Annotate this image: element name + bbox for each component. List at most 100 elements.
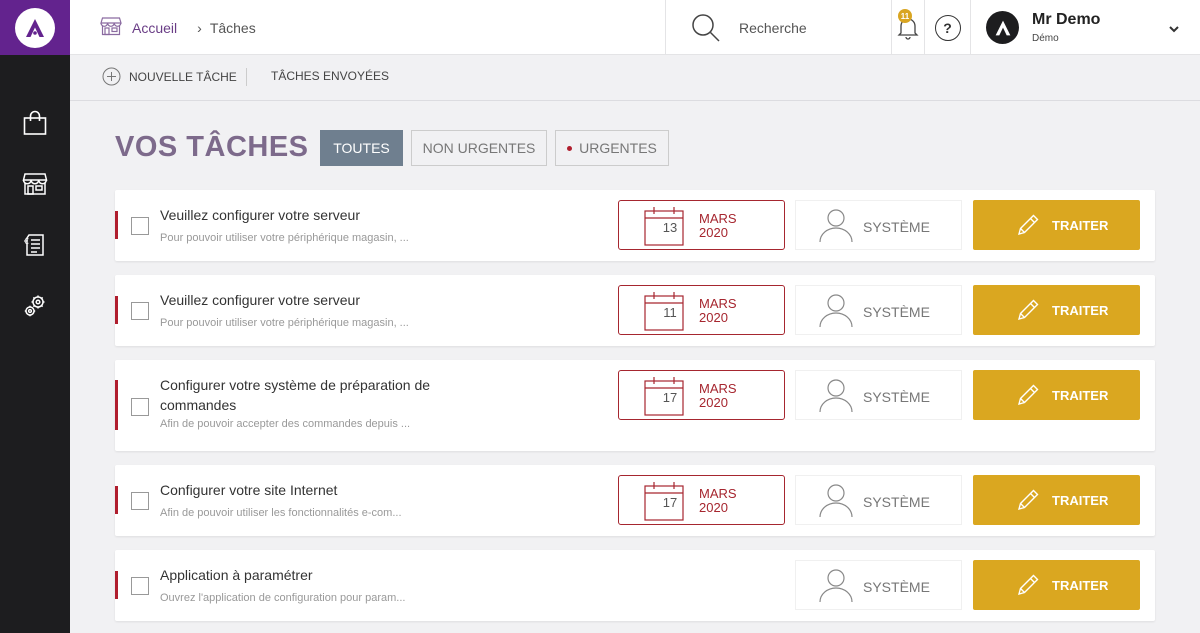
- due-month-year: MARS 2020: [699, 486, 737, 515]
- assignee-name: SYSTÈME: [863, 389, 930, 405]
- user-icon: [819, 209, 853, 243]
- task-checkbox[interactable]: [131, 398, 149, 416]
- user-icon: [819, 569, 853, 603]
- assignee: SYSTÈME: [795, 370, 962, 420]
- urgent-dot-icon: [567, 145, 573, 151]
- logo-mark: [15, 7, 55, 48]
- due-day: 17: [662, 390, 678, 405]
- process-task-label: TRAITER: [1052, 578, 1109, 593]
- breadcrumb-home-link[interactable]: Accueil: [132, 20, 177, 36]
- sent-tasks-link[interactable]: TÂCHES ENVOYÉES: [271, 69, 389, 83]
- settings-gears-icon[interactable]: [21, 292, 49, 320]
- breadcrumb-current: Tâches: [209, 19, 256, 36]
- svg-text:€: €: [24, 237, 29, 246]
- process-task-label: TRAITER: [1052, 388, 1109, 403]
- due-date: 17 MARS 2020: [618, 370, 785, 420]
- due-month-year: MARS 2020: [699, 296, 737, 325]
- help-icon: ?: [934, 14, 961, 41]
- pencil-icon: [1018, 574, 1039, 595]
- pencil-icon: [1018, 489, 1039, 510]
- invoice-icon[interactable]: €: [21, 231, 49, 259]
- toolbar-divider: [246, 68, 247, 86]
- task-card: Veuillez configurer votre serveur Pour p…: [115, 275, 1155, 346]
- search-input[interactable]: Recherche: [665, 0, 891, 55]
- pencil-icon: [1018, 384, 1039, 405]
- due-date: 13 MARS 2020: [618, 200, 785, 250]
- user-icon: [819, 484, 853, 518]
- notification-badge: 11: [898, 9, 912, 23]
- filter-urgent-label: URGENTES: [579, 140, 657, 156]
- assignee-name: SYSTÈME: [863, 494, 930, 510]
- sidebar: €: [0, 0, 70, 633]
- assignee: SYSTÈME: [795, 475, 962, 525]
- plus-circle-icon: [102, 67, 121, 86]
- assignee: SYSTÈME: [795, 560, 962, 610]
- page-title: VOS TÂCHES: [115, 131, 309, 163]
- search-placeholder: Recherche: [739, 19, 807, 36]
- task-card: Configurer votre système de préparation …: [115, 360, 1155, 451]
- assignee-name: SYSTÈME: [863, 579, 930, 595]
- top-header: Accueil › Tâches Recherche 11 ? Mr Demo …: [70, 0, 1200, 55]
- task-title: Veuillez configurer votre serveur: [160, 292, 360, 308]
- task-card: Configurer votre site Internet Afin de p…: [115, 465, 1155, 536]
- urgent-indicator: [115, 486, 118, 514]
- task-description: Ouvrez l'application de configuration po…: [160, 592, 406, 604]
- task-title: Application à paramétrer: [160, 567, 313, 583]
- due-day: 13: [662, 220, 678, 235]
- process-task-button[interactable]: TRAITER: [973, 200, 1140, 250]
- user-name: Mr Demo: [1032, 11, 1101, 28]
- pencil-icon: [1018, 214, 1039, 235]
- user-menu[interactable]: Mr Demo Démo: [970, 0, 1200, 55]
- assignee: SYSTÈME: [795, 285, 962, 335]
- new-task-button[interactable]: NOUVELLE TÂCHE: [102, 67, 237, 86]
- process-task-label: TRAITER: [1052, 303, 1109, 318]
- task-description: Pour pouvoir utiliser votre périphérique…: [160, 232, 409, 244]
- new-task-label: NOUVELLE TÂCHE: [129, 69, 237, 84]
- chevron-down-icon[interactable]: [1168, 22, 1180, 40]
- filter-non-urgent-button[interactable]: NON URGENTES: [411, 130, 547, 166]
- process-task-button[interactable]: TRAITER: [973, 285, 1140, 335]
- task-checkbox[interactable]: [131, 302, 149, 320]
- task-title: Configurer votre système de préparation …: [160, 377, 431, 413]
- task-card: Veuillez configurer votre serveur Pour p…: [115, 190, 1155, 261]
- process-task-button[interactable]: TRAITER: [973, 560, 1140, 610]
- task-checkbox[interactable]: [131, 492, 149, 510]
- urgent-indicator: [115, 571, 118, 599]
- user-role: Démo: [1032, 33, 1059, 44]
- help-button[interactable]: ?: [924, 0, 970, 55]
- store-icon: [100, 16, 122, 39]
- urgent-indicator: [115, 296, 118, 324]
- user-avatar: [986, 11, 1019, 44]
- task-description: Pour pouvoir utiliser votre périphérique…: [160, 317, 409, 329]
- task-checkbox[interactable]: [131, 217, 149, 235]
- filter-all-button[interactable]: TOUTES: [320, 130, 403, 166]
- sub-toolbar: NOUVELLE TÂCHE TÂCHES ENVOYÉES: [70, 55, 1200, 101]
- pencil-icon: [1018, 299, 1039, 320]
- assignee-name: SYSTÈME: [863, 304, 930, 320]
- user-icon: [819, 294, 853, 328]
- due-day: 11: [663, 305, 677, 320]
- process-task-label: TRAITER: [1052, 493, 1109, 508]
- shopping-bag-icon[interactable]: [21, 109, 49, 137]
- breadcrumb-separator: ›: [197, 19, 202, 36]
- process-task-button[interactable]: TRAITER: [973, 475, 1140, 525]
- assignee-name: SYSTÈME: [863, 219, 930, 235]
- process-task-label: TRAITER: [1052, 218, 1109, 233]
- urgent-indicator: [115, 380, 118, 430]
- task-card: Application à paramétrer Ouvrez l'applic…: [115, 550, 1155, 621]
- app-logo[interactable]: [0, 0, 70, 55]
- notifications-button[interactable]: 11: [891, 0, 924, 55]
- assignee: SYSTÈME: [795, 200, 962, 250]
- store-icon[interactable]: [21, 169, 49, 197]
- due-month-year: MARS 2020: [699, 381, 737, 410]
- task-checkbox[interactable]: [131, 577, 149, 595]
- user-icon: [819, 379, 853, 413]
- task-description: Afin de pouvoir utiliser les fonctionnal…: [160, 507, 402, 519]
- due-date: 17 MARS 2020: [618, 475, 785, 525]
- filter-urgent-button[interactable]: URGENTES: [555, 130, 669, 166]
- task-title: Veuillez configurer votre serveur: [160, 207, 360, 223]
- urgent-indicator: [115, 211, 118, 239]
- process-task-button[interactable]: TRAITER: [973, 370, 1140, 420]
- task-title: Configurer votre site Internet: [160, 482, 338, 498]
- search-icon: [691, 13, 721, 43]
